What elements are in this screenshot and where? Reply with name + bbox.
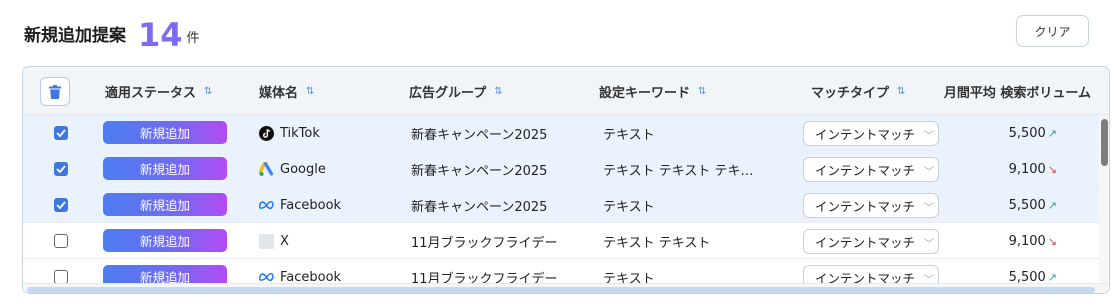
media-name: X xyxy=(280,233,289,249)
status-button[interactable]: 新規追加 xyxy=(103,157,227,180)
x-icon xyxy=(259,233,274,249)
sort-icon[interactable]: ⇅ xyxy=(698,86,706,97)
match-type-select[interactable]: インテントマッチ ﹀ xyxy=(803,193,939,218)
column-label-match-type: マッチタイプ xyxy=(811,85,890,101)
match-type-value: インテントマッチ xyxy=(815,127,916,142)
vertical-scrollbar-thumb[interactable] xyxy=(1101,119,1108,166)
google-ads-icon xyxy=(259,161,274,177)
match-type-select[interactable]: インテントマッチ ﹀ xyxy=(803,229,939,254)
media-cell: TikTok xyxy=(259,115,320,151)
row-checkbox[interactable] xyxy=(54,234,68,248)
keyword-cell: テキスト テキスト テキ… xyxy=(603,163,754,179)
checkmark-icon xyxy=(56,129,66,137)
ad-group-cell: 11月ブラックフライデー xyxy=(411,235,558,251)
status-button[interactable]: 新規追加 xyxy=(103,193,227,216)
checkmark-icon xyxy=(56,201,66,209)
volume-value: 9,100 xyxy=(1008,161,1046,177)
trend-up-icon: ↗ xyxy=(1047,126,1057,140)
trash-icon xyxy=(49,84,61,99)
row-checkbox[interactable] xyxy=(54,162,68,176)
chevron-down-icon: ﹀ xyxy=(924,131,934,142)
column-label-keyword: 設定キーワード xyxy=(599,85,691,101)
trend-down-icon: ↘ xyxy=(1047,162,1057,176)
chevron-down-icon: ﹀ xyxy=(924,203,934,214)
table-row[interactable]: 新規追加 TikTok 新春キャンペーン2025 テキスト インテントマッチ ﹀ 5,500… xyxy=(23,115,1099,151)
ad-group-cell: 新春キャンペーン2025 xyxy=(411,163,548,179)
table-row[interactable]: 新規追加 X 11月ブラックフライデー テキスト テキスト インテントマッチ ﹀ 9,100… xyxy=(23,223,1099,259)
checkmark-icon xyxy=(56,165,66,173)
media-cell: X xyxy=(259,223,289,259)
vertical-scrollbar[interactable] xyxy=(1099,115,1109,283)
trend-down-icon: ↘ xyxy=(1047,234,1057,248)
column-label-ad-group: 広告グループ xyxy=(409,85,487,101)
keyword-cell: テキスト xyxy=(603,127,655,143)
table-row[interactable]: 新規追加 Facebook 新春キャンペーン2025 テキスト インテントマッチ ﹀ 5,5… xyxy=(23,187,1099,223)
media-name: Facebook xyxy=(280,197,342,213)
sort-icon[interactable]: ⇅ xyxy=(897,86,905,97)
table-row[interactable]: 新規追加 Google 新春キャンペーン2025 テキスト テキスト テキ… インテント… xyxy=(23,151,1099,187)
page-header: 新規追加提案 14 件 xyxy=(24,12,200,52)
sort-icon[interactable]: ⇅ xyxy=(306,86,314,97)
sort-icon[interactable]: ⇅ xyxy=(204,86,212,97)
column-label-volume: 月間平均 検索ボリューム xyxy=(943,85,1091,101)
media-cell: Google xyxy=(259,151,326,187)
volume-value: 5,500 xyxy=(1008,197,1046,213)
volume-cell: 9,100 ↘ xyxy=(983,151,1057,187)
match-type-select[interactable]: インテントマッチ ﹀ xyxy=(803,157,939,182)
column-header-match-type[interactable]: マッチタイプ ⇅ xyxy=(811,67,905,115)
column-header-status[interactable]: 適用ステータス ⇅ xyxy=(105,67,212,115)
delete-button[interactable] xyxy=(40,77,70,106)
column-header-ad-group[interactable]: 広告グループ ⇅ xyxy=(409,67,503,115)
volume-cell: 5,500 ↗ xyxy=(983,115,1057,151)
table-header: 適用ステータス ⇅ 媒体名 ⇅ 広告グループ ⇅ 設定キーワード ⇅ マッチタイ… xyxy=(23,67,1109,115)
chevron-down-icon: ﹀ xyxy=(924,167,934,178)
clear-button[interactable]: クリア xyxy=(1016,15,1089,47)
meta-icon xyxy=(259,198,274,213)
volume-value: 9,100 xyxy=(1008,233,1046,249)
page-title: 新規追加提案 xyxy=(24,26,126,46)
column-header-keyword[interactable]: 設定キーワード ⇅ xyxy=(599,67,706,115)
ad-group-cell: 新春キャンペーン2025 xyxy=(411,199,548,215)
row-checkbox-cell xyxy=(54,223,68,259)
result-count-unit: 件 xyxy=(186,31,200,46)
status-button[interactable]: 新規追加 xyxy=(103,229,227,252)
horizontal-scrollbar[interactable] xyxy=(23,283,1109,293)
volume-cell: 9,100 ↘ xyxy=(983,223,1057,259)
row-checkbox-cell xyxy=(54,187,68,223)
match-type-value: インテントマッチ xyxy=(815,235,916,250)
column-label-status: 適用ステータス xyxy=(105,85,197,101)
row-checkbox[interactable] xyxy=(54,198,68,212)
tiktok-icon xyxy=(259,125,274,141)
sort-icon[interactable]: ⇅ xyxy=(494,86,502,97)
status-button[interactable]: 新規追加 xyxy=(103,121,227,144)
ad-group-cell: 新春キャンペーン2025 xyxy=(411,127,548,143)
match-type-select[interactable]: インテントマッチ ﹀ xyxy=(803,121,939,146)
column-label-media: 媒体名 xyxy=(259,85,299,101)
trend-up-icon: ↗ xyxy=(1047,198,1057,212)
chevron-down-icon: ﹀ xyxy=(924,239,934,250)
volume-value: 5,500 xyxy=(1008,125,1046,141)
keyword-cell: テキスト テキスト xyxy=(603,235,711,251)
media-name: TikTok xyxy=(280,125,320,141)
row-checkbox[interactable] xyxy=(54,270,68,284)
match-type-value: インテントマッチ xyxy=(815,163,916,178)
horizontal-scrollbar-thumb[interactable] xyxy=(27,287,1095,293)
result-count: 14 xyxy=(138,16,183,54)
row-checkbox[interactable] xyxy=(54,126,68,140)
volume-cell: 5,500 ↗ xyxy=(983,187,1057,223)
column-header-media[interactable]: 媒体名 ⇅ xyxy=(259,67,314,115)
media-name: Google xyxy=(280,161,326,177)
match-type-value: インテントマッチ xyxy=(815,199,916,214)
row-checkbox-cell xyxy=(54,151,68,187)
row-checkbox-cell xyxy=(54,115,68,151)
keyword-cell: テキスト xyxy=(603,199,655,215)
trend-up-icon: ↗ xyxy=(1047,270,1057,284)
media-cell: Facebook xyxy=(259,187,341,223)
proposal-table: 適用ステータス ⇅ 媒体名 ⇅ 広告グループ ⇅ 設定キーワード ⇅ マッチタイ… xyxy=(22,66,1110,294)
column-header-volume[interactable]: 月間平均 検索ボリューム xyxy=(941,67,1091,115)
